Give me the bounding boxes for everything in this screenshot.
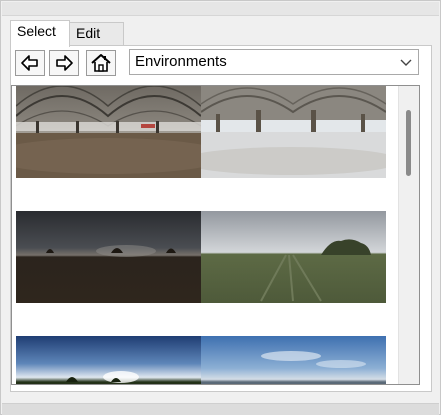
indoor-arena-thumbnail[interactable] bbox=[16, 86, 201, 178]
tab-edit[interactable]: Edit bbox=[70, 22, 124, 45]
dusk-field-image bbox=[16, 211, 201, 303]
tab-select[interactable]: Select bbox=[10, 20, 70, 47]
blue-sky-sunrise-thumbnail[interactable] bbox=[16, 336, 201, 384]
vertical-scrollbar[interactable] bbox=[398, 86, 419, 384]
arrow-right-icon bbox=[56, 55, 73, 71]
blue-sky-sunrise-image bbox=[16, 336, 201, 384]
snowy-pavilion-image bbox=[201, 86, 386, 178]
snowy-pavilion-thumbnail[interactable] bbox=[201, 86, 386, 178]
chevron-down-icon bbox=[400, 59, 412, 66]
environment-thumbnail-list[interactable] bbox=[11, 85, 420, 385]
library-dropdown-value: Environments bbox=[135, 53, 227, 70]
panel-window: Select Edit Environments bbox=[0, 0, 441, 415]
home-icon bbox=[91, 54, 111, 72]
arrow-left-icon bbox=[21, 55, 38, 71]
home-button[interactable] bbox=[86, 50, 116, 76]
scrollbar-thumb[interactable] bbox=[406, 110, 411, 176]
dusk-field-thumbnail[interactable] bbox=[16, 211, 201, 303]
library-dropdown[interactable]: Environments bbox=[129, 49, 419, 75]
thumbnail-row bbox=[16, 336, 386, 384]
forward-button[interactable] bbox=[49, 50, 79, 76]
thumbnail-row bbox=[16, 86, 386, 178]
clear-sky-horizon-thumbnail[interactable] bbox=[201, 336, 386, 384]
indoor-arena-image bbox=[16, 86, 201, 178]
back-button[interactable] bbox=[15, 50, 45, 76]
status-strip bbox=[2, 403, 439, 415]
overcast-meadow-thumbnail[interactable] bbox=[201, 211, 386, 303]
overcast-meadow-image bbox=[201, 211, 386, 303]
clear-sky-horizon-image bbox=[201, 336, 386, 384]
title-strip bbox=[2, 2, 439, 16]
thumbnail-row bbox=[16, 211, 386, 303]
